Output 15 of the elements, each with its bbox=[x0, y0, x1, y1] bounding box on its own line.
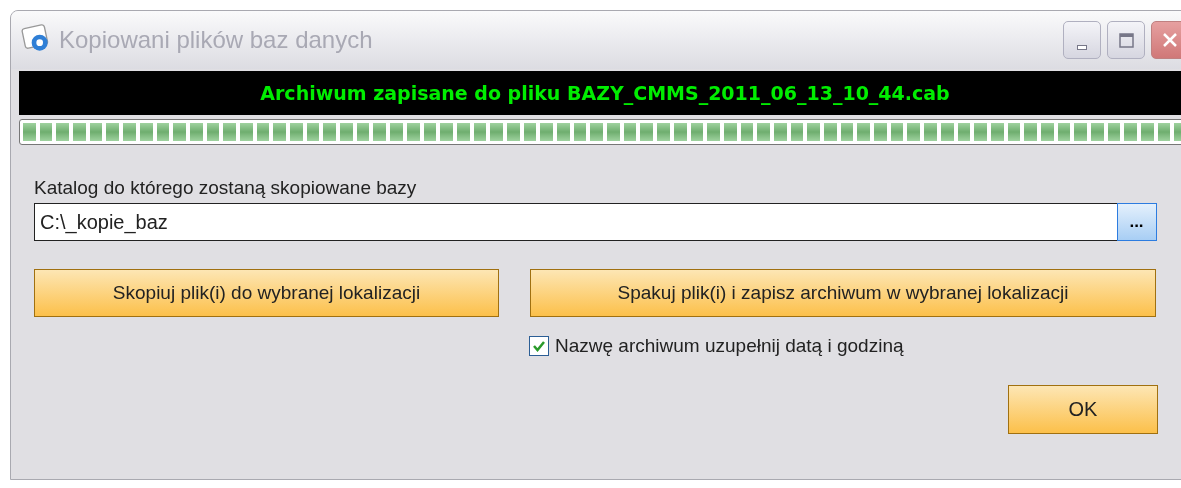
status-message: Archiwum zapisane do pliku BAZY_CMMS_2011_06_13_10_44.cab bbox=[260, 82, 950, 104]
checkmark-icon bbox=[532, 339, 546, 353]
ok-button[interactable]: OK bbox=[1008, 385, 1158, 434]
action-button[interactable]: Spakuj plik(i) i zapisz archiwum w wybranej lokalizacji bbox=[530, 269, 1156, 317]
checkbox-label: Nazwę archiwum uzupełnij datą i godziną bbox=[555, 335, 904, 357]
browse-button[interactable]: ... bbox=[1116, 203, 1157, 241]
window-title: Kopiowani plików baz danych bbox=[59, 26, 374, 54]
maximize-icon bbox=[1116, 30, 1136, 50]
close-button[interactable] bbox=[1151, 21, 1181, 59]
folder-label: Katalog do którego zostaną skopiowane bazy bbox=[34, 177, 418, 199]
action-button[interactable]: Skopiuj plik(i) do wybranej lokalizacji bbox=[34, 269, 499, 317]
maximize-button[interactable] bbox=[1107, 21, 1145, 59]
minimize-icon bbox=[1077, 44, 1087, 50]
folder-input[interactable]: C:\_kopie_baz ... bbox=[34, 203, 1156, 241]
checkbox[interactable] bbox=[529, 336, 549, 356]
